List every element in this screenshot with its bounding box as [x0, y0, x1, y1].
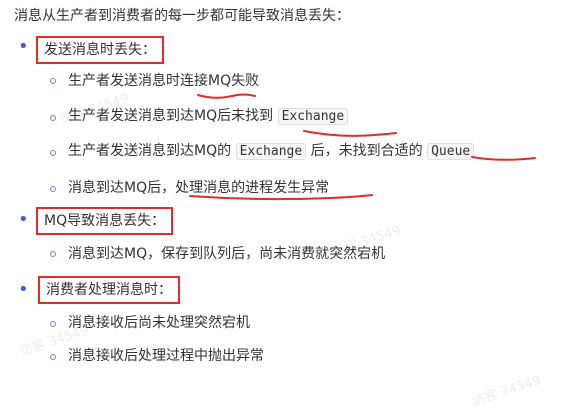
- bullet-dot: •: [18, 279, 29, 300]
- list-item: 生产者发送消息到达MQ的 Exchange 后，未找到合适的 Queue: [68, 141, 475, 162]
- list-item-text: 消息到达MQ后，处理消息的进程发生异常: [68, 180, 330, 196]
- circle-bullet: [50, 150, 56, 156]
- underline-queue: [471, 156, 536, 161]
- list-item: 生产者发送消息到达MQ后未找到 Exchange: [68, 106, 349, 127]
- document-page: 访客 34549 访客 34549 访客 34549 访客 34549 消息从生…: [0, 0, 573, 411]
- section-heading-send-loss: 发送消息时丢失：: [36, 36, 164, 64]
- bullet-dot: •: [18, 209, 29, 230]
- list-item: 消息接收后尚未处理突然宕机: [68, 313, 250, 333]
- list-item-text: 消息到达MQ，保存到队列后，尚未消费就突然宕机: [68, 246, 386, 262]
- list-item-text: 后，未找到合适的: [310, 143, 423, 159]
- intro-text: 消息从生产者到消费者的每一步都可能导致消息丢失：: [14, 8, 350, 24]
- bullet-dot: •: [18, 36, 29, 57]
- underline-connect-mq: [197, 93, 256, 99]
- watermark: 访客 34549: [470, 373, 543, 410]
- section-heading-mq-loss: MQ导致消息丢失：: [36, 207, 174, 235]
- circle-bullet: [50, 186, 56, 192]
- list-item-text: 生产者发送消息到达MQ的: [68, 143, 232, 159]
- circle-bullet: [50, 78, 56, 84]
- underline-exchange: [303, 130, 397, 137]
- list-item-text: 消息接收后处理过程中抛出异常: [68, 348, 264, 364]
- inline-code-exchange: Exchange: [277, 108, 349, 125]
- list-item: 生产者发送消息时连接MQ失败: [68, 71, 259, 91]
- list-item-text: 生产者发送消息到达MQ后未找到: [68, 108, 274, 124]
- list-item: 消息到达MQ，保存到队列后，尚未消费就突然宕机: [68, 244, 385, 264]
- list-item: 消息接收后处理过程中抛出异常: [68, 346, 264, 366]
- list-item-text: 生产者发送消息时连接MQ失败: [68, 73, 260, 89]
- list-item: 消息到达MQ后，处理消息的进程发生异常: [68, 178, 329, 198]
- circle-bullet: [50, 115, 56, 121]
- list-item-text: 消息接收后尚未处理突然宕机: [68, 315, 250, 331]
- circle-bullet: [50, 251, 56, 257]
- inline-code-queue: Queue: [427, 143, 475, 160]
- circle-bullet: [50, 354, 56, 360]
- circle-bullet: [50, 321, 56, 327]
- section-heading-consumer: 消费者处理消息时：: [38, 276, 180, 304]
- inline-code-exchange: Exchange: [235, 143, 307, 160]
